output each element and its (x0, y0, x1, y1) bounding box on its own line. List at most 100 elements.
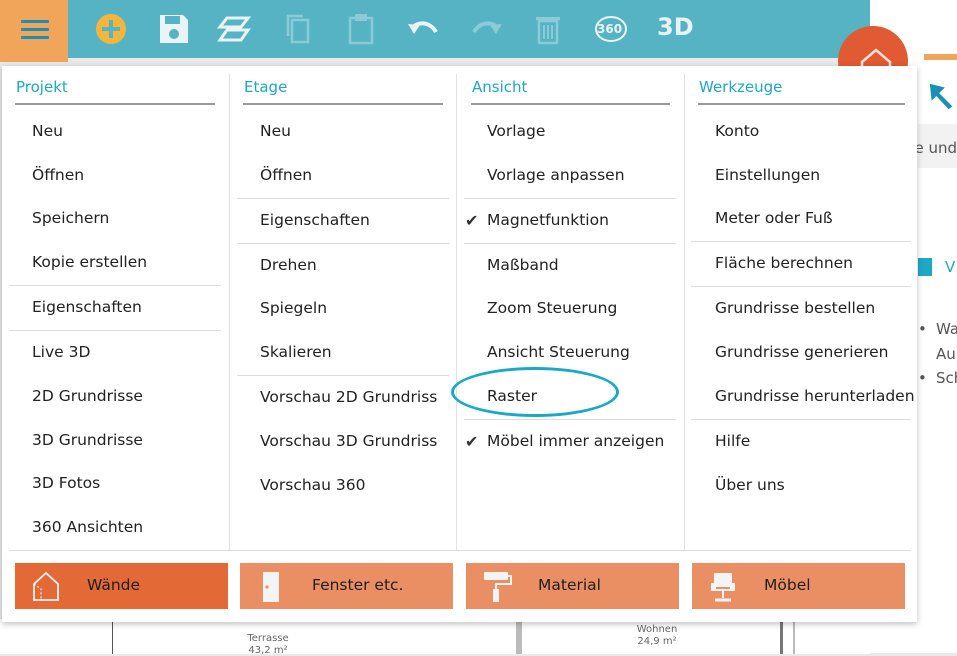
fenster-button-label: Fenster etc. (312, 576, 404, 594)
cursor-icon[interactable] (926, 80, 957, 112)
menu-item-etage-skalieren[interactable]: Skalieren (260, 343, 332, 361)
video-icon[interactable] (918, 258, 932, 276)
save-icon[interactable] (157, 12, 191, 46)
room-name: Terrasse (247, 633, 289, 644)
menu-item-projekt-360-ansichten[interactable]: 360 Ansichten (32, 518, 143, 536)
menu-item-werkzeuge-konto[interactable]: Konto (715, 122, 759, 140)
menu-separator (237, 198, 449, 199)
heading-underline (243, 103, 443, 105)
copy-icon[interactable] (282, 12, 316, 46)
right-text: Sch (936, 369, 957, 387)
waende-button[interactable]: Wände (15, 563, 228, 609)
add-icon[interactable] (94, 12, 128, 46)
wall (112, 619, 113, 654)
menu-item-werkzeuge-grundrisse-herunterladen[interactable]: Grundrisse herunterladen (715, 387, 915, 405)
floor-plan-canvas[interactable]: Terrasse 43,2 m² Wohnen 24,9 m² (0, 618, 870, 656)
menu-item-etage-vorschau-3d[interactable]: Vorschau 3D Grundriss (260, 432, 437, 450)
undo-icon[interactable] (406, 12, 440, 46)
main-menu-dropdown: Projekt Neu Öffnen Speichern Kopie erste… (2, 66, 917, 622)
menu-separator (9, 550, 911, 551)
menu-separator (9, 285, 221, 286)
menu-item-projekt-eigenschaften[interactable]: Eigenschaften (32, 298, 142, 316)
check-icon: ✔ (465, 432, 479, 451)
column-divider (456, 74, 457, 550)
view-360-label: 360 (597, 22, 623, 36)
column-divider (229, 74, 230, 550)
menu-item-projekt-kopie-erstellen[interactable]: Kopie erstellen (32, 253, 147, 271)
right-text: Au (936, 345, 956, 363)
menu-icon-bar (21, 28, 49, 31)
redo-icon[interactable] (470, 12, 504, 46)
raster-highlight-circle (451, 367, 619, 417)
delete-icon[interactable] (531, 12, 565, 46)
menu-item-projekt-neu[interactable]: Neu (32, 122, 63, 140)
menu-separator (464, 243, 676, 244)
column-divider (684, 74, 685, 550)
right-text: Wa (936, 320, 957, 338)
menu-item-projekt-3d-grundrisse[interactable]: 3D Grundrisse (32, 431, 143, 449)
room-name: Wohnen (636, 624, 678, 635)
menu-item-projekt-speichern[interactable]: Speichern (32, 209, 109, 227)
wall-icon (33, 571, 59, 601)
menu-item-projekt-live-3d[interactable]: Live 3D (32, 343, 90, 361)
material-button-label: Material (538, 576, 601, 594)
menu-separator (691, 419, 911, 420)
waende-button-label: Wände (87, 576, 141, 594)
right-link[interactable]: V (945, 258, 955, 276)
menu-item-etage-drehen[interactable]: Drehen (260, 256, 317, 274)
fenster-button[interactable]: Fenster etc. (240, 563, 453, 609)
menu-heading-etage: Etage (244, 78, 288, 96)
room-area: 43,2 m² (248, 645, 288, 656)
chair-icon (711, 573, 735, 602)
menu-item-werkzeuge-meter-oder-fuss[interactable]: Meter oder Fuß (715, 209, 833, 227)
view-360-icon[interactable]: 360 (594, 14, 628, 44)
menu-item-ansicht-ansicht-steuerung[interactable]: Ansicht Steuerung (487, 343, 630, 361)
menu-separator (464, 419, 676, 420)
menu-item-werkzeuge-einstellungen[interactable]: Einstellungen (715, 166, 820, 184)
room-area: 24,9 m² (637, 636, 677, 647)
menu-item-werkzeuge-flaeche-berechnen[interactable]: Fläche berechnen (715, 254, 853, 272)
menu-item-etage-vorschau-360[interactable]: Vorschau 360 (260, 476, 366, 494)
layers-icon[interactable] (217, 12, 251, 46)
menu-item-werkzeuge-ueber-uns[interactable]: Über uns (715, 476, 785, 494)
menu-item-ansicht-moebel-immer-anzeigen[interactable]: Möbel immer anzeigen (487, 432, 664, 450)
material-button[interactable]: Material (466, 563, 679, 609)
menu-item-etage-spiegeln[interactable]: Spiegeln (260, 299, 327, 317)
moebel-button[interactable]: Möbel (692, 563, 905, 609)
door-icon (263, 572, 279, 602)
menu-heading-werkzeuge: Werkzeuge (699, 78, 783, 96)
menu-item-ansicht-massband[interactable]: Maßband (487, 256, 559, 274)
menu-item-projekt-oeffnen[interactable]: Öffnen (32, 166, 84, 184)
menu-heading-projekt: Projekt (16, 78, 68, 96)
menu-separator (237, 243, 449, 244)
menu-item-projekt-2d-grundrisse[interactable]: 2D Grundrisse (32, 387, 143, 405)
wall (780, 619, 783, 654)
heading-underline (471, 103, 670, 105)
menu-separator (9, 330, 221, 331)
menu-item-ansicht-magnetfunktion[interactable]: Magnetfunktion (487, 211, 609, 229)
wall (516, 619, 522, 654)
paint-roller-icon (484, 572, 512, 602)
menu-item-ansicht-vorlage-anpassen[interactable]: Vorlage anpassen (487, 166, 625, 184)
menu-icon-bar (21, 36, 49, 39)
menu-item-werkzeuge-hilfe[interactable]: Hilfe (715, 432, 750, 450)
menu-item-projekt-3d-fotos[interactable]: 3D Fotos (32, 474, 100, 492)
bullet: • (918, 320, 927, 338)
main-menu-button[interactable] (0, 0, 68, 62)
menu-item-etage-oeffnen[interactable]: Öffnen (260, 166, 312, 184)
view-3d-icon[interactable]: 3D (657, 13, 694, 41)
menu-item-ansicht-vorlage[interactable]: Vorlage (487, 122, 545, 140)
menu-item-etage-neu[interactable]: Neu (260, 122, 291, 140)
top-toolbar: 360 3D (0, 0, 870, 62)
moebel-button-label: Möbel (764, 576, 811, 594)
menu-item-etage-eigenschaften[interactable]: Eigenschaften (260, 211, 370, 229)
menu-icon (21, 20, 49, 23)
bullet: • (918, 369, 927, 387)
menu-item-ansicht-zoom-steuerung[interactable]: Zoom Steuerung (487, 299, 617, 317)
menu-item-werkzeuge-grundrisse-generieren[interactable]: Grundrisse generieren (715, 343, 889, 361)
menu-heading-ansicht: Ansicht (472, 78, 528, 96)
menu-item-werkzeuge-grundrisse-bestellen[interactable]: Grundrisse bestellen (715, 299, 875, 317)
menu-item-etage-vorschau-2d[interactable]: Vorschau 2D Grundriss (260, 388, 437, 406)
paste-icon[interactable] (344, 12, 378, 46)
menu-separator (691, 286, 911, 287)
